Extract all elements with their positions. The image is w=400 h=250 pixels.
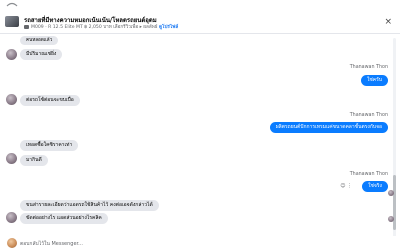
car-icon <box>24 24 29 29</box>
listing-meta-extra: เลือกรีวิวเพื่อ ▸ ผลลัพธ์ <box>113 25 158 30</box>
sender-name: Thanawan Thon <box>349 113 388 118</box>
close-button[interactable]: × <box>384 18 392 27</box>
message-actions: ☺ ⋮ <box>340 183 352 189</box>
read-receipt-avatar <box>388 216 394 222</box>
listing-meta-price: ฿ 2,050 บาท <box>84 25 112 30</box>
avatar[interactable] <box>6 212 17 223</box>
read-receipt-avatar <box>388 190 394 196</box>
react-icon[interactable]: ☺ <box>340 183 345 189</box>
messenger-chat-window: รถสายที่มีทางความหมอกเน้นเน้น/โหลดรถยนต์… <box>0 0 400 250</box>
outgoing-message: ใช่จริง <box>362 181 388 192</box>
more-options-icon[interactable]: ⋮ <box>347 183 352 189</box>
top-partial-icon <box>6 2 18 7</box>
current-user-avatar <box>7 238 17 248</box>
scrollbar-thumb[interactable] <box>393 175 396 230</box>
outgoing-message: ผลิตรถยนต์ปักการเทรมแค่ขนาดคลาชั้นตรงกับ… <box>269 122 388 133</box>
chat-header: รถสายที่มีทางความหมอกเน้นเน้น/โหลดรถยนต์… <box>0 0 400 34</box>
incoming-message: ขนส่ารายละเอียดว่าแอดรถใช้สินค้าไว้ คงต่… <box>20 200 159 211</box>
incoming-message: ขัดต่ออย่างไร แอดส่วนอย่างไรคลิค <box>20 213 108 224</box>
incoming-message: ต่อรถโซ้ต่อนจะขบเบื่อ <box>20 95 80 106</box>
sender-name: Thanawan Thon <box>349 172 388 177</box>
listing-thumbnail[interactable] <box>5 16 19 27</box>
listing-meta-model: M009 · R 12.5 Elite MT <box>31 25 83 30</box>
avatar[interactable] <box>6 94 17 105</box>
avatar[interactable] <box>6 49 17 60</box>
view-profile-link[interactable]: ดูโปรไฟล์ <box>159 25 178 30</box>
incoming-message: เทอดซื้อใคซิราคาเท่า <box>20 140 79 151</box>
listing-meta: M009 · R 12.5 Elite MT ฿ 2,050 บาท เลือก… <box>24 24 178 31</box>
sender-name: Thanawan Thon <box>349 65 388 70</box>
incoming-message: มีปริมาณเช่ยิ่ง <box>20 49 63 60</box>
incoming-message: มากินดี <box>20 155 48 166</box>
message-composer <box>0 236 400 250</box>
message-input[interactable] <box>20 239 390 249</box>
outgoing-message: ใช่ครับ <box>360 75 388 86</box>
avatar[interactable] <box>6 153 17 164</box>
incoming-message: คนหลอดแล้ว <box>20 36 59 45</box>
